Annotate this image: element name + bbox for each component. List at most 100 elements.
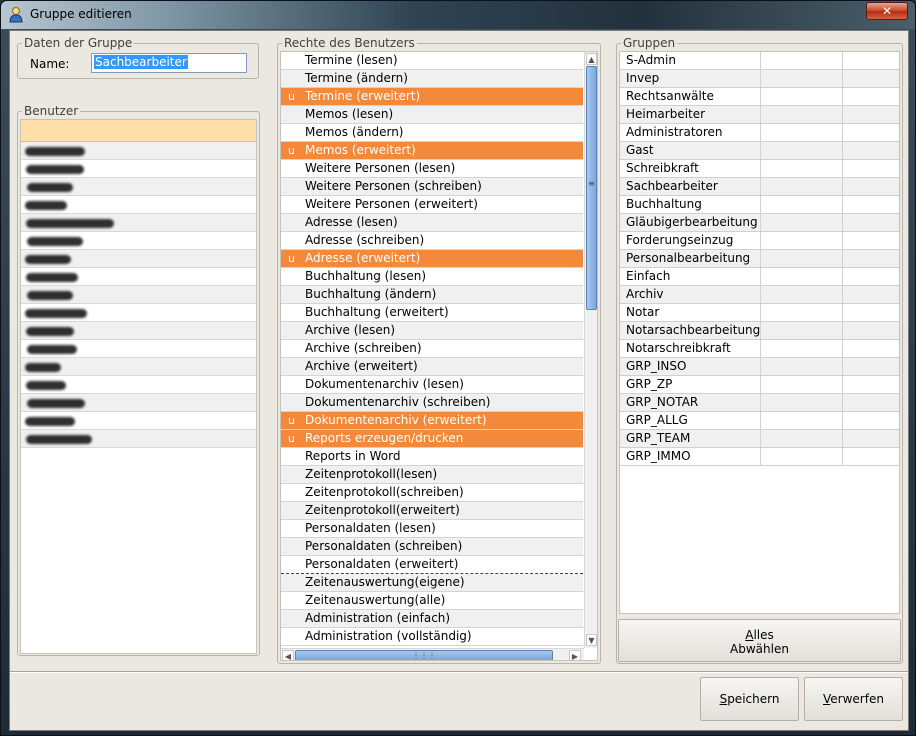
group-row[interactable]: Forderungseinzug [620, 232, 899, 250]
users-list[interactable] [20, 119, 257, 654]
redacted-user-name [27, 291, 73, 300]
right-row[interactable]: Termine (lesen) [281, 52, 583, 70]
user-row[interactable] [21, 340, 256, 358]
user-row[interactable] [21, 268, 256, 286]
group-row[interactable]: Notar [620, 304, 899, 322]
right-row[interactable]: Administration (vollständig) [281, 628, 583, 646]
user-row[interactable] [21, 412, 256, 430]
user-row[interactable] [21, 178, 256, 196]
group-row[interactable]: Sachbearbeiter [620, 178, 899, 196]
group-row[interactable]: Administratoren [620, 124, 899, 142]
group-row[interactable]: Gläubigerbearbeitung [620, 214, 899, 232]
right-row[interactable]: Memos (lesen) [281, 106, 583, 124]
right-row[interactable]: Zeitenauswertung(alle) [281, 592, 583, 610]
right-row[interactable]: Zeitenauswertung(eigene) [281, 574, 583, 592]
right-row[interactable]: Personaldaten (schreiben) [281, 538, 583, 556]
right-row[interactable]: u Memos (erweitert) [281, 142, 583, 160]
arrow-right-icon[interactable]: ▶ [569, 650, 581, 660]
right-row[interactable]: Personaldaten (erweitert) [281, 556, 583, 574]
right-row[interactable]: u Termine (erweitert) [281, 88, 583, 106]
group-row[interactable]: Notarschreibkraft [620, 340, 899, 358]
right-row[interactable]: Weitere Personen (schreiben) [281, 178, 583, 196]
group-row[interactable]: Heimarbeiter [620, 106, 899, 124]
grid-line [842, 268, 843, 285]
right-row[interactable]: Archive (lesen) [281, 322, 583, 340]
user-row[interactable] [21, 214, 256, 232]
group-row[interactable]: GRP_IMMO [620, 448, 899, 466]
redacted-user-name [27, 345, 77, 354]
grid-line [842, 70, 843, 87]
right-row[interactable]: Personaldaten (lesen) [281, 520, 583, 538]
right-row[interactable]: Zeitenprotokoll(lesen) [281, 466, 583, 484]
arrow-left-icon[interactable]: ◀ [282, 650, 294, 660]
right-row[interactable]: Buchhaltung (ändern) [281, 286, 583, 304]
group-row[interactable]: Einfach [620, 268, 899, 286]
group-row[interactable]: Archiv [620, 286, 899, 304]
group-row[interactable]: Personalbearbeitung [620, 250, 899, 268]
rights-horizontal-scroll-thumb[interactable]: ⋮⋮⋮ [295, 650, 553, 660]
group-row[interactable]: Invep [620, 70, 899, 88]
save-button[interactable]: Speichern [700, 677, 799, 721]
group-row[interactable]: Rechtsanwälte [620, 88, 899, 106]
group-row[interactable]: GRP_ZP [620, 376, 899, 394]
right-row[interactable]: Zeitenprotokoll(schreiben) [281, 484, 583, 502]
user-row[interactable] [21, 304, 256, 322]
group-row[interactable]: Notarsachbearbeitung [620, 322, 899, 340]
rights-vertical-scroll-thumb[interactable]: ≡ [586, 66, 597, 310]
rights-vertical-scrollbar[interactable]: ▲ ≡ ▼ [584, 52, 597, 648]
redacted-user-name [27, 183, 73, 192]
discard-button[interactable]: Verwerfen [804, 677, 903, 721]
grid-line [760, 232, 761, 249]
user-row[interactable] [21, 322, 256, 340]
right-row[interactable]: u Dokumentenarchiv (erweitert) [281, 412, 583, 430]
close-button[interactable]: ✕ [866, 2, 908, 20]
group-row[interactable]: GRP_TEAM [620, 430, 899, 448]
arrow-up-icon[interactable]: ▲ [586, 53, 597, 65]
user-row[interactable] [21, 358, 256, 376]
right-row[interactable]: Dokumentenarchiv (schreiben) [281, 394, 583, 412]
right-row[interactable]: u Reports erzeugen/drucken [281, 430, 583, 448]
right-row[interactable]: Termine (ändern) [281, 70, 583, 88]
right-row[interactable]: Administration (einfach) [281, 610, 583, 628]
user-row[interactable] [21, 376, 256, 394]
group-row[interactable]: GRP_INSO [620, 358, 899, 376]
right-row[interactable]: Buchhaltung (erweitert) [281, 304, 583, 322]
groups-list[interactable]: S-Admin Invep Rechtsanwälte Heimarbeiter Adm… [619, 51, 900, 614]
group-row[interactable]: Schreibkraft [620, 160, 899, 178]
user-row[interactable] [21, 142, 256, 160]
user-row[interactable] [21, 250, 256, 268]
right-row[interactable]: Reports in Word [281, 448, 583, 466]
user-row[interactable] [21, 286, 256, 304]
rights-list[interactable]: Termine (lesen) Termine (ändern) u Termine … [280, 51, 598, 661]
right-row[interactable]: Memos (ändern) [281, 124, 583, 142]
right-row[interactable]: Adresse (schreiben) [281, 232, 583, 250]
right-row[interactable]: u Adresse (erweitert) [281, 250, 583, 268]
user-row[interactable] [21, 394, 256, 412]
user-row[interactable] [21, 232, 256, 250]
footer-divider [10, 671, 908, 673]
group-row[interactable]: Buchhaltung [620, 196, 899, 214]
group-row[interactable]: GRP_NOTAR [620, 394, 899, 412]
user-row[interactable] [21, 196, 256, 214]
right-row[interactable]: Archive (erweitert) [281, 358, 583, 376]
right-row[interactable]: Weitere Personen (erweitert) [281, 196, 583, 214]
right-label: Buchhaltung (erweitert) [305, 305, 449, 319]
group-row[interactable]: S-Admin [620, 52, 899, 70]
right-row[interactable]: Weitere Personen (lesen) [281, 160, 583, 178]
rights-horizontal-scrollbar[interactable]: ◀ ⋮⋮⋮ ▶ [281, 648, 584, 660]
select-all-button[interactable]: Alles Abwählen [618, 619, 901, 662]
arrow-down-icon[interactable]: ▼ [586, 634, 597, 646]
group-row[interactable]: GRP_ALLG [620, 412, 899, 430]
user-row[interactable] [21, 430, 256, 448]
title-bar[interactable]: Gruppe editieren ✕ [1, 1, 915, 29]
group-name-input[interactable]: Sachbearbeiter [91, 53, 247, 73]
right-row[interactable]: Adresse (lesen) [281, 214, 583, 232]
right-row[interactable]: Archive (schreiben) [281, 340, 583, 358]
right-row[interactable]: Zeitenprotokoll(erweitert) [281, 502, 583, 520]
user-row[interactable] [21, 160, 256, 178]
right-row[interactable]: Dokumentenarchiv (lesen) [281, 376, 583, 394]
group-label: GRP_ALLG [626, 413, 688, 427]
group-row[interactable]: Gast [620, 142, 899, 160]
group-label: Schreibkraft [626, 161, 699, 175]
right-row[interactable]: Buchhaltung (lesen) [281, 268, 583, 286]
